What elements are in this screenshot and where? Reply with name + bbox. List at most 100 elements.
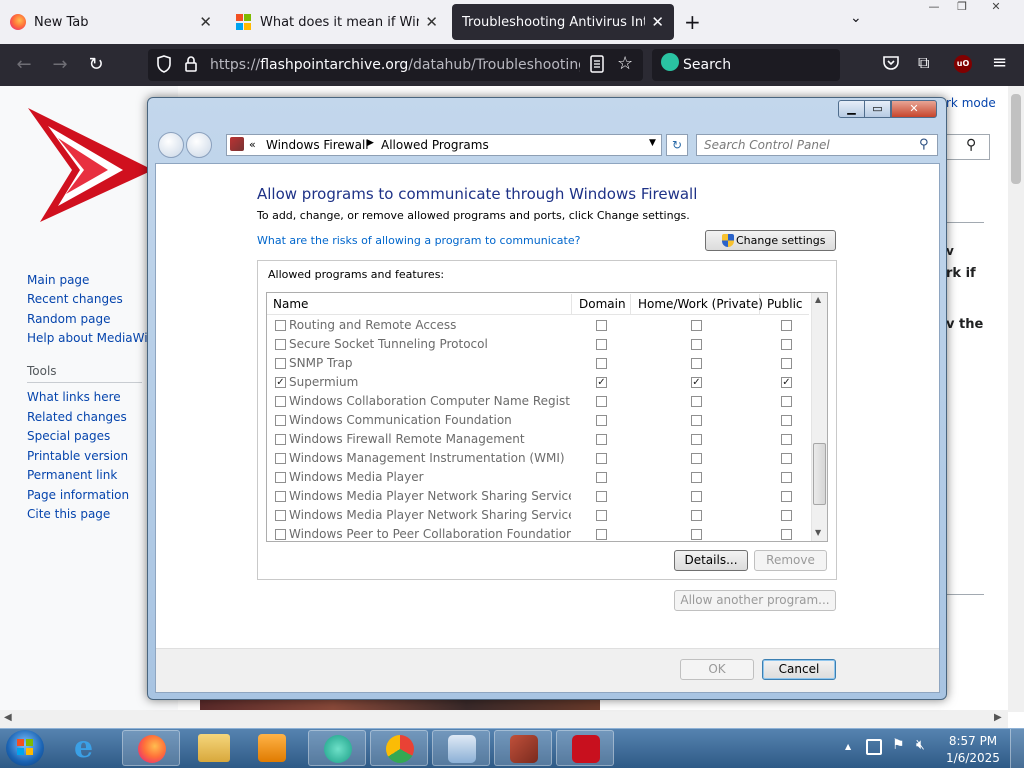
scroll-left-icon[interactable]: ◀: [4, 712, 12, 723]
domain-checkbox[interactable]: [596, 320, 607, 331]
wiki-link-printable-version[interactable]: Printable version: [27, 449, 128, 463]
minimize-icon[interactable]: —: [920, 0, 948, 16]
public-checkbox[interactable]: [781, 339, 792, 350]
column-header-name[interactable]: Name: [267, 294, 572, 314]
remove-button[interactable]: Remove: [754, 550, 827, 571]
breadcrumb-windows-firewall[interactable]: Windows Firewall: [266, 138, 369, 152]
page-vertical-scrollbar[interactable]: [1008, 86, 1024, 712]
domain-checkbox[interactable]: [596, 339, 607, 350]
risks-link[interactable]: What are the risks of allowing a program…: [257, 234, 580, 247]
private-checkbox[interactable]: [691, 434, 702, 445]
clock-time[interactable]: 8:57 PM: [944, 734, 1002, 748]
close-icon[interactable]: ✕: [425, 13, 438, 31]
private-checkbox[interactable]: [691, 320, 702, 331]
wiki-link-random-page[interactable]: Random page: [27, 312, 110, 326]
program-enabled-checkbox[interactable]: [275, 510, 286, 521]
public-checkbox[interactable]: [781, 453, 792, 464]
forward-arrow-icon[interactable]: [186, 132, 212, 158]
action-center-flag-icon[interactable]: ⚑: [892, 737, 905, 753]
allow-another-program-button[interactable]: Allow another program...: [674, 590, 836, 611]
domain-checkbox[interactable]: ✓: [596, 377, 607, 388]
bookmark-star-icon[interactable]: ☆: [617, 53, 633, 74]
back-arrow-icon[interactable]: ←: [12, 54, 36, 76]
cancel-button[interactable]: Cancel: [762, 659, 836, 680]
breadcrumb-allowed-programs[interactable]: Allowed Programs: [381, 138, 489, 152]
program-enabled-checkbox[interactable]: [275, 339, 286, 350]
breadcrumb-overflow-icon[interactable]: «: [249, 138, 256, 151]
program-enabled-checkbox[interactable]: [275, 453, 286, 464]
address-dropdown-icon[interactable]: ▼: [649, 138, 656, 148]
program-enabled-checkbox[interactable]: [275, 491, 286, 502]
domain-checkbox[interactable]: [596, 396, 607, 407]
scroll-up-icon[interactable]: ▲: [815, 295, 821, 304]
page-horizontal-scrollbar[interactable]: ◀ ▶: [0, 710, 1008, 728]
show-desktop-button[interactable]: [1010, 729, 1024, 768]
domain-checkbox[interactable]: [596, 472, 607, 483]
domain-checkbox[interactable]: [596, 358, 607, 369]
column-header-domain[interactable]: Domain: [573, 294, 631, 314]
program-enabled-checkbox[interactable]: [275, 472, 286, 483]
public-checkbox[interactable]: [781, 529, 792, 540]
scroll-right-icon[interactable]: ▶: [994, 712, 1002, 723]
list-vertical-scrollbar[interactable]: ▲ ▼: [811, 293, 827, 541]
program-enabled-checkbox[interactable]: [275, 396, 286, 407]
tab-windows-question[interactable]: What does it mean if Windows ✕: [226, 4, 448, 40]
start-button[interactable]: [6, 730, 44, 766]
close-icon[interactable]: ✕: [651, 13, 664, 31]
close-icon[interactable]: ✕: [199, 13, 212, 31]
private-checkbox[interactable]: [691, 339, 702, 350]
domain-checkbox[interactable]: [596, 434, 607, 445]
private-checkbox[interactable]: [691, 529, 702, 540]
ok-button[interactable]: OK: [680, 659, 754, 680]
public-checkbox[interactable]: [781, 320, 792, 331]
wiki-link-permanent-link[interactable]: Permanent link: [27, 468, 117, 482]
pocket-icon[interactable]: [882, 55, 900, 71]
program-enabled-checkbox[interactable]: [275, 415, 286, 426]
web-search-box[interactable]: [652, 49, 840, 81]
taskbar-control-panel[interactable]: [432, 730, 490, 766]
reload-icon[interactable]: ↻: [84, 54, 108, 76]
wiki-link-special-pages[interactable]: Special pages: [27, 429, 110, 443]
private-checkbox[interactable]: [691, 358, 702, 369]
taskbar-firewall[interactable]: [494, 730, 552, 766]
extensions-icon[interactable]: ⧉: [918, 53, 929, 73]
private-checkbox[interactable]: [691, 510, 702, 521]
change-settings-button[interactable]: Change settings: [705, 230, 836, 251]
taskbar-supermium[interactable]: [370, 730, 428, 766]
reader-view-icon[interactable]: [590, 55, 606, 73]
forward-arrow-icon[interactable]: →: [48, 54, 72, 76]
taskbar-firefox[interactable]: [122, 730, 180, 766]
public-checkbox[interactable]: [781, 472, 792, 483]
private-checkbox[interactable]: [691, 396, 702, 407]
public-checkbox[interactable]: [781, 491, 792, 502]
network-icon[interactable]: [866, 739, 882, 755]
domain-checkbox[interactable]: [596, 453, 607, 464]
back-arrow-icon[interactable]: [158, 132, 184, 158]
public-checkbox[interactable]: [781, 358, 792, 369]
column-header-private[interactable]: Home/Work (Private): [632, 294, 763, 314]
wiki-link-page-information[interactable]: Page information: [27, 488, 129, 502]
program-enabled-checkbox[interactable]: [275, 529, 286, 540]
breadcrumb-arrow-icon[interactable]: ▶: [367, 138, 374, 148]
clock-date[interactable]: 1/6/2025: [944, 751, 1002, 765]
tab-troubleshooting[interactable]: Troubleshooting Antivirus Interfere ✕: [452, 4, 674, 40]
scroll-thumb[interactable]: [1011, 94, 1021, 184]
tray-expand-icon[interactable]: ▲: [845, 742, 851, 751]
menu-hamburger-icon[interactable]: ≡: [992, 52, 1007, 73]
public-checkbox[interactable]: ✓: [781, 377, 792, 388]
public-checkbox[interactable]: [781, 415, 792, 426]
details-button[interactable]: Details...: [674, 550, 748, 571]
domain-checkbox[interactable]: [596, 415, 607, 426]
minimize-icon[interactable]: ▁: [838, 100, 865, 118]
public-checkbox[interactable]: [781, 396, 792, 407]
tab-list-chevron-icon[interactable]: ⌄: [850, 10, 862, 26]
private-checkbox[interactable]: [691, 491, 702, 502]
close-icon[interactable]: ✕: [891, 100, 937, 118]
private-checkbox[interactable]: [691, 453, 702, 464]
file-explorer-icon[interactable]: [198, 734, 230, 762]
column-header-public[interactable]: Public: [761, 294, 809, 314]
shield-icon[interactable]: [156, 54, 172, 74]
close-window-icon[interactable]: ✕: [982, 0, 1010, 16]
private-checkbox[interactable]: ✓: [691, 377, 702, 388]
domain-checkbox[interactable]: [596, 529, 607, 540]
